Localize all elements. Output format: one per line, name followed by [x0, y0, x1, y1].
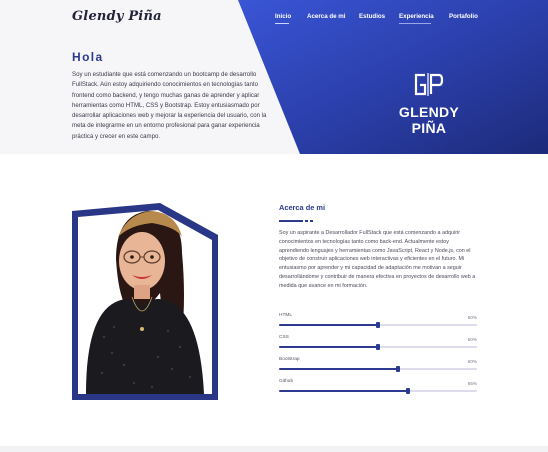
nav-item-portafolio[interactable]: Portafolio: [449, 13, 478, 20]
skill-progress-fill: [279, 324, 378, 327]
hero-section: Glendy Piña Inicio Acerca de mi Estudios…: [0, 0, 548, 154]
skill-css: CSS 50%: [279, 335, 477, 357]
hero-heading: Hola: [72, 50, 104, 64]
nav-item-label: Inicio: [275, 13, 292, 20]
nav-item-label: Estudios: [359, 13, 386, 20]
skill-html: HTML 50%: [279, 313, 477, 335]
skill-percent: 50%: [467, 315, 477, 320]
skill-percent: 50%: [467, 337, 477, 342]
skill-percent: 60%: [467, 359, 477, 364]
main-nav: Inicio Acerca de mi Estudios Experiencia…: [0, 13, 548, 33]
skill-progress-track: [279, 388, 477, 395]
nav-item-inicio[interactable]: Inicio: [275, 13, 292, 25]
skill-progress-handle: [376, 344, 380, 351]
skill-progress-track: [279, 322, 477, 329]
nav-item-experiencia[interactable]: Experiencia: [399, 13, 434, 25]
skill-progress-track: [279, 366, 477, 373]
skill-name: Bootstrap: [279, 357, 300, 362]
skill-progress-fill: [279, 346, 378, 349]
skill-bootstrap: Bootstrap 60%: [279, 357, 477, 379]
about-title-accent: [279, 220, 313, 222]
skill-percent: 65%: [467, 381, 477, 386]
monogram-logo: GP: [414, 73, 444, 96]
nav-item-label: Portafolio: [449, 13, 478, 20]
about-title: Acerca de mi: [279, 203, 326, 212]
brand-name-block: GLENDY PIÑA: [398, 104, 460, 136]
skill-progress-handle: [395, 366, 400, 373]
nav-active-underline: [275, 23, 289, 25]
skill-progress-fill: [279, 390, 408, 393]
profile-photo: [72, 203, 218, 400]
skill-github: Github 65%: [279, 379, 477, 401]
skill-progress-handle: [376, 322, 380, 329]
nav-item-acerca[interactable]: Acerca de mi: [307, 13, 346, 20]
nav-item-estudios[interactable]: Estudios: [359, 13, 385, 20]
about-text: Soy un aspirante a Desarrollador FullSta…: [279, 230, 476, 289]
hero-intro-text: Soy un estudiante que está comenzando un…: [72, 71, 267, 140]
next-section-edge: [0, 446, 548, 452]
nav-item-label: Acerca de mi: [307, 13, 346, 20]
skill-name: CSS: [279, 335, 289, 340]
nav-active-underline: [399, 23, 431, 25]
skill-progress-fill: [279, 368, 398, 371]
nav-item-label: Experiencia: [399, 13, 434, 20]
skill-name: Github: [279, 379, 294, 384]
skill-progress-track: [279, 344, 477, 351]
skill-name: HTML: [279, 313, 293, 318]
skill-progress-handle: [405, 388, 410, 395]
